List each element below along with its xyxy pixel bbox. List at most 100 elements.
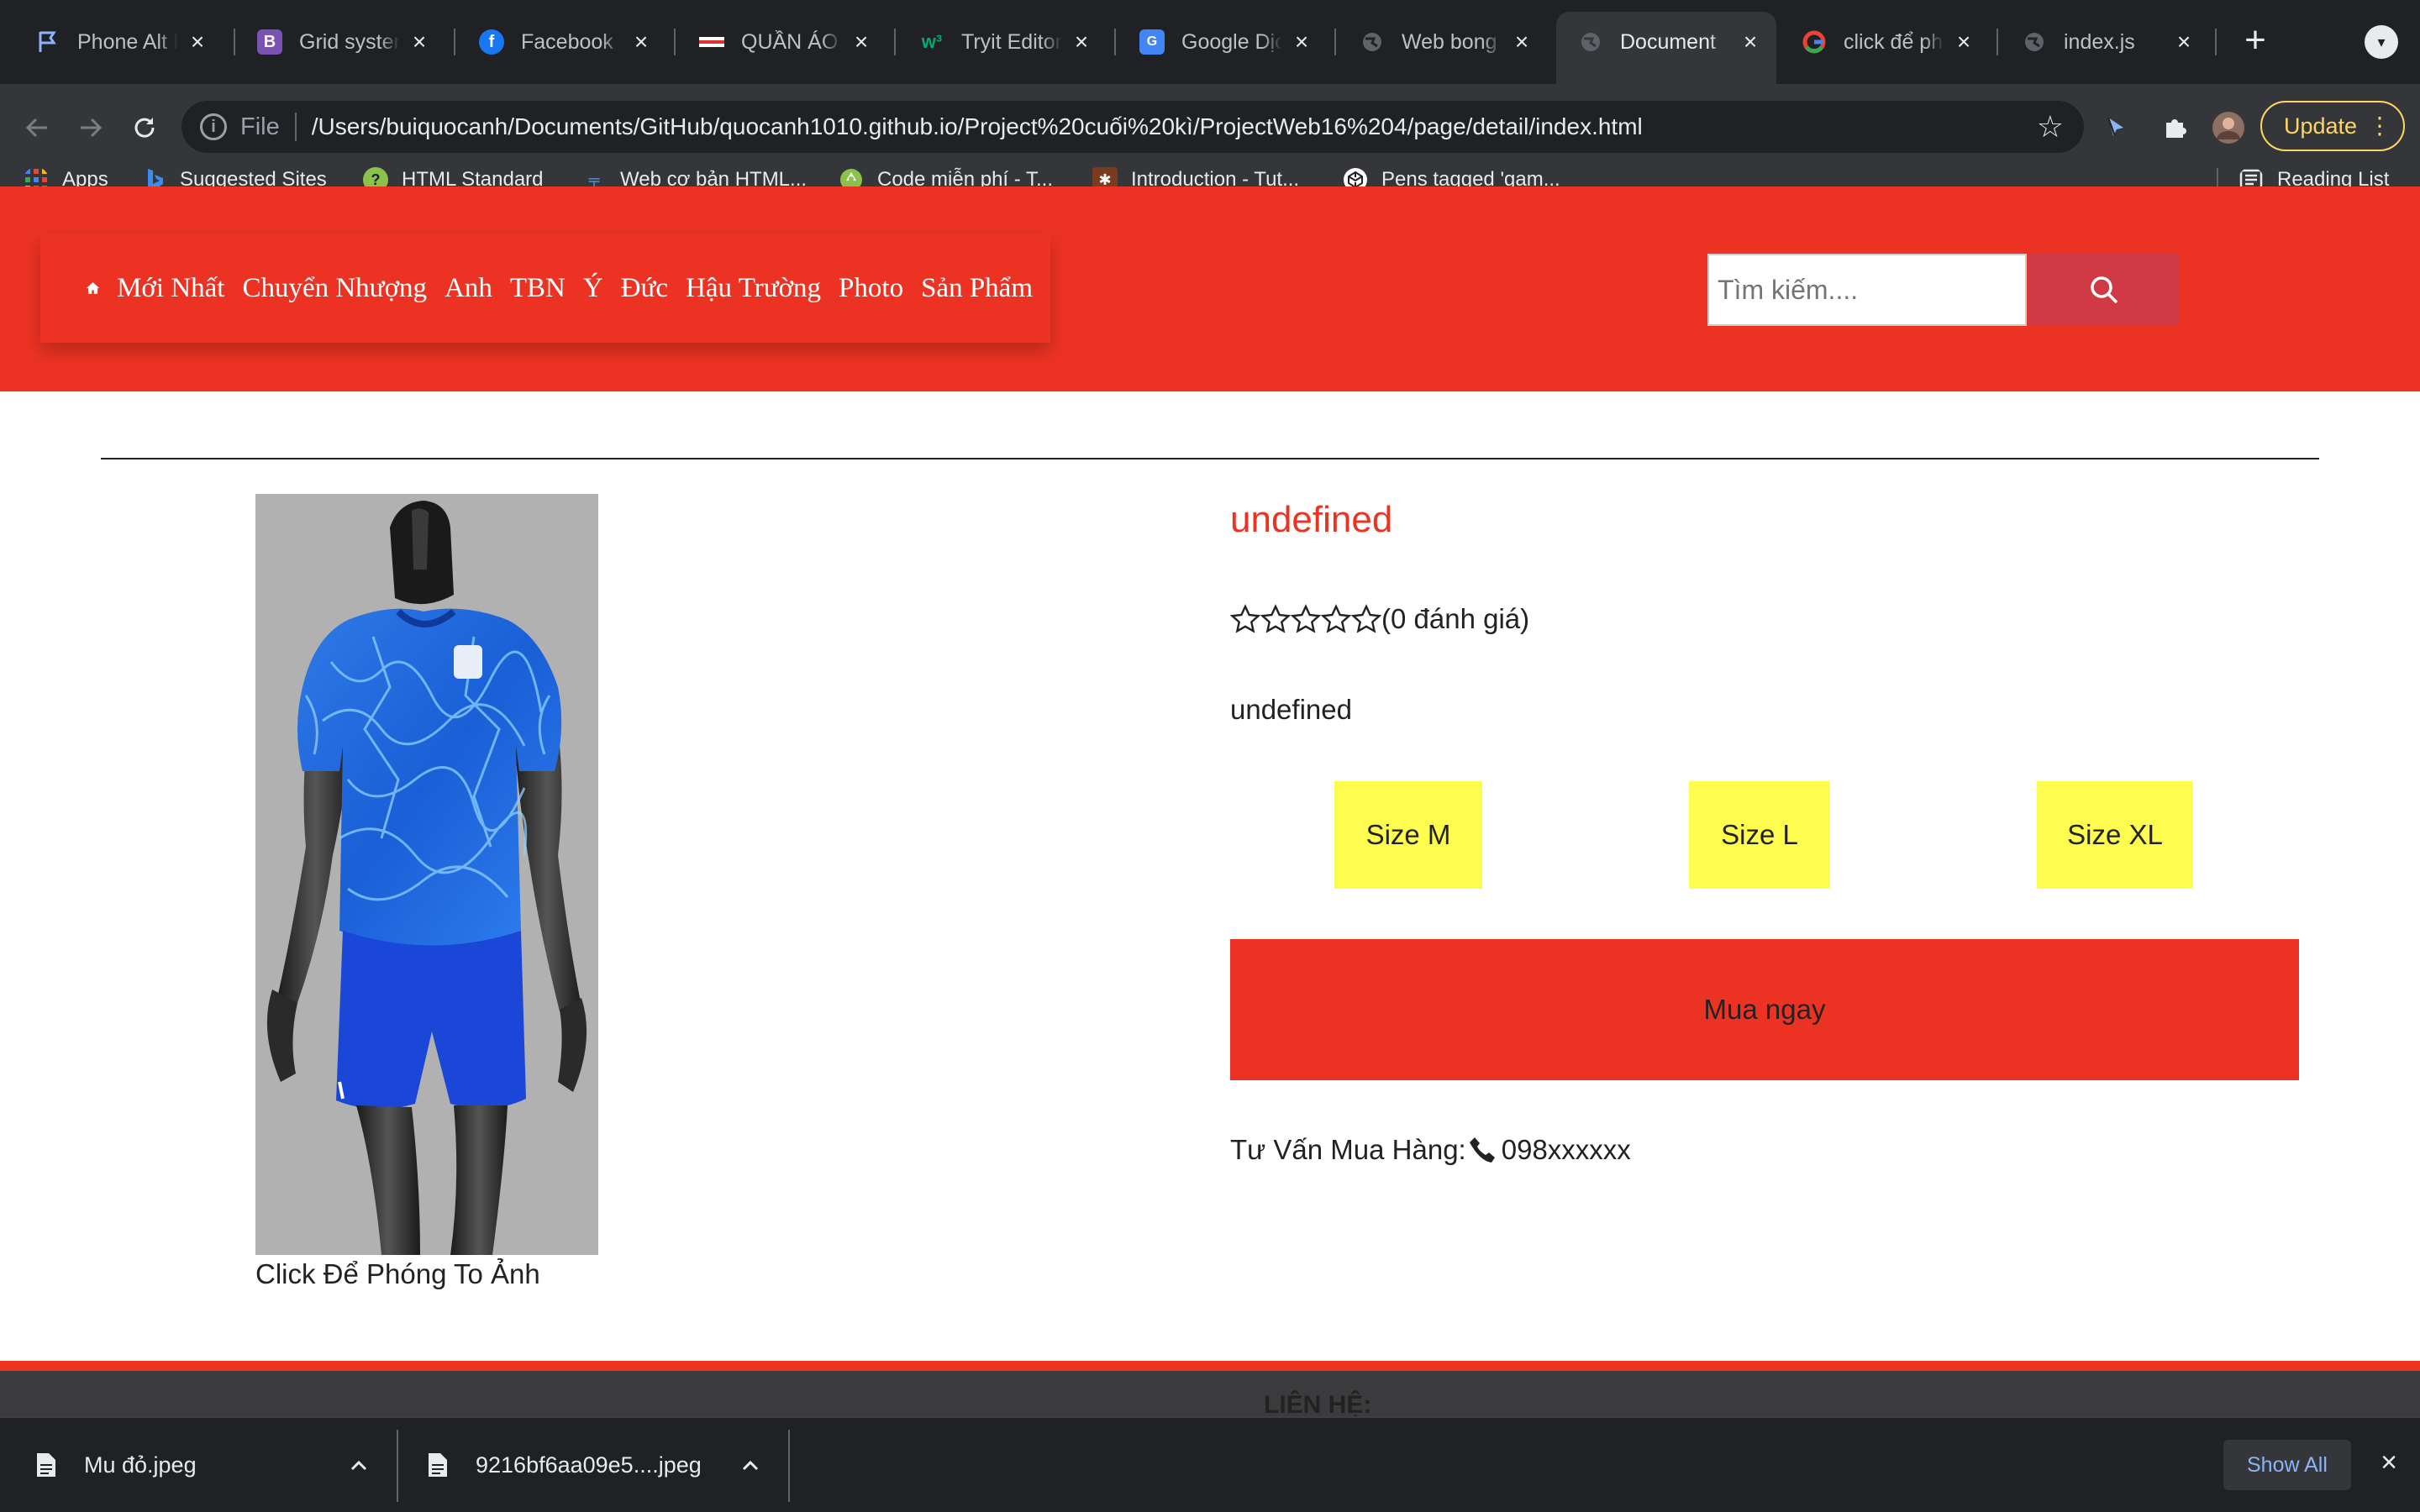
w3schools-icon: w³ — [921, 31, 943, 52]
more-vert-icon[interactable]: ⋮ — [2368, 111, 2391, 141]
download-separator — [788, 1430, 790, 1502]
tab-separator — [454, 29, 455, 55]
tab-tryit-editor[interactable]: w³ Tryit Editor v × — [897, 12, 1107, 72]
menu-item-chuyen-nhuong[interactable]: Chuyển Nhượng — [242, 273, 427, 304]
main-menu: Mới Nhất Chuyển Nhượng Anh TBN Ý Đức Hậu… — [40, 234, 1050, 343]
scheme-label: File — [240, 113, 280, 140]
reload-button[interactable] — [121, 104, 168, 151]
chevron-up-icon[interactable] — [738, 1453, 763, 1478]
extension-cursor-button[interactable] — [2092, 104, 2139, 151]
globe-icon — [1578, 29, 1603, 55]
star-outline-icon[interactable] — [1351, 604, 1381, 634]
search-icon — [2091, 276, 2118, 304]
tab-phone-alt[interactable]: Phone Alt Ic × — [13, 12, 224, 72]
arrow-right-icon — [81, 118, 103, 138]
profile-avatar[interactable] — [2205, 104, 2252, 151]
tab-close-icon[interactable]: × — [1289, 29, 1314, 55]
buy-now-button[interactable]: Mua ngay — [1230, 939, 2299, 1080]
cursor-icon — [2107, 117, 2123, 137]
bookmark-star-icon[interactable]: ☆ — [2037, 109, 2064, 144]
menu-item-anh[interactable]: Anh — [445, 273, 492, 304]
globe-icon — [1360, 29, 1385, 55]
tab-close-icon[interactable]: × — [407, 29, 432, 55]
forward-button[interactable] — [67, 104, 114, 151]
product-title: undefined — [1230, 499, 1393, 540]
show-all-downloads-button[interactable]: Show All — [2223, 1440, 2351, 1490]
tab-web-bong-da[interactable]: Web bong đ × — [1338, 12, 1548, 72]
tab-separator — [674, 29, 676, 55]
tab-close-icon[interactable]: × — [185, 29, 210, 55]
browser-tab-strip: Phone Alt Ic × B Grid system × f Faceboo… — [0, 0, 2420, 84]
star-outline-icon[interactable] — [1321, 604, 1351, 634]
tab-separator — [894, 29, 896, 55]
product-rating: (0 đánh giá) — [1230, 603, 1529, 635]
google-icon — [1802, 29, 1827, 55]
zoom-caption: Click Để Phóng To Ảnh — [255, 1258, 540, 1289]
hotline: Tư Vấn Mua Hàng: 098xxxxxx — [1230, 1134, 1631, 1166]
flag-icon — [35, 29, 60, 55]
bootstrap-icon: B — [257, 29, 282, 55]
tab-close-icon[interactable]: × — [1069, 29, 1094, 55]
tab-close-icon[interactable]: × — [629, 29, 654, 55]
menu-item-san-pham[interactable]: Sản Phẩm — [921, 273, 1033, 304]
search-input[interactable] — [1707, 254, 2027, 326]
facebook-icon: f — [479, 29, 504, 55]
tab-separator — [1114, 29, 1116, 55]
search-button[interactable] — [2028, 254, 2180, 326]
tab-close-icon[interactable]: × — [849, 29, 874, 55]
tab-google-translate[interactable]: G Google Dịch × — [1118, 12, 1328, 72]
phone-icon — [1469, 1137, 1495, 1163]
site-header: Mới Nhất Chuyển Nhượng Anh TBN Ý Đức Hậu… — [0, 186, 2420, 391]
new-tab-button[interactable]: + — [2235, 22, 2275, 62]
url-text[interactable]: /Users/buiquocanh/Documents/GitHub/quoca… — [312, 113, 2037, 140]
arrow-left-icon — [25, 118, 47, 138]
extensions-button[interactable] — [2151, 104, 2198, 151]
star-outline-icon[interactable] — [1260, 604, 1291, 634]
menu-item-hau-truong[interactable]: Hậu Trường — [686, 273, 821, 304]
footer-top-border — [0, 1361, 2420, 1371]
tab-close-icon[interactable]: × — [1509, 29, 1534, 55]
hotline-number[interactable]: 098xxxxxx — [1502, 1134, 1631, 1166]
menu-item-duc[interactable]: Đức — [621, 273, 668, 304]
address-bar[interactable]: i File /Users/buiquocanh/Documents/GitHu… — [182, 101, 2084, 153]
tab-click-de-phong[interactable]: click để phó × — [1780, 12, 1990, 72]
menu-item-moi-nhat[interactable]: Mới Nhất — [117, 273, 224, 304]
site-icon — [699, 29, 724, 55]
star-outline-icon[interactable] — [1230, 604, 1260, 634]
tab-index-js[interactable]: index.js × — [2000, 12, 2210, 72]
rating-stars[interactable] — [1230, 604, 1381, 634]
tab-close-icon[interactable]: × — [1951, 29, 1976, 55]
tab-grid-system[interactable]: B Grid system × — [235, 12, 445, 72]
download-shelf: Mu đỏ.jpeg 9216bf6aa09e5....jpeg Show Al… — [0, 1416, 2420, 1512]
crest-icon — [454, 645, 482, 679]
file-icon — [429, 1453, 447, 1477]
tab-document-active[interactable]: Document × — [1556, 12, 1776, 84]
menu-item-y[interactable]: Ý — [583, 273, 603, 304]
size-xl-button[interactable]: Size XL — [2037, 781, 2193, 889]
download-item[interactable]: 9216bf6aa09e5....jpeg — [427, 1418, 763, 1512]
menu-item-tbn[interactable]: TBN — [510, 273, 566, 304]
tab-quan-ao[interactable]: QUẦN ÁO B × — [677, 12, 887, 72]
download-filename: Mu đỏ.jpeg — [84, 1452, 197, 1478]
tab-search-button[interactable]: ▾ — [2365, 25, 2398, 59]
home-icon[interactable] — [86, 273, 100, 303]
tab-close-icon[interactable]: × — [1738, 29, 1763, 55]
back-button[interactable] — [13, 104, 60, 151]
size-l-button[interactable]: Size L — [1689, 781, 1830, 889]
rating-count: (0 đánh giá) — [1381, 603, 1530, 634]
menu-item-photo[interactable]: Photo — [839, 273, 903, 304]
product-image[interactable] — [255, 494, 598, 1255]
tab-facebook[interactable]: f Facebook × — [457, 12, 667, 72]
chevron-up-icon[interactable] — [346, 1453, 371, 1478]
tab-close-icon[interactable]: × — [2171, 29, 2196, 55]
close-icon[interactable]: × — [2376, 1448, 2402, 1477]
star-outline-icon[interactable] — [1291, 604, 1321, 634]
reload-icon — [134, 118, 155, 138]
download-filename: 9216bf6aa09e5....jpeg — [476, 1452, 702, 1478]
size-m-button[interactable]: Size M — [1334, 781, 1482, 889]
tab-separator — [1334, 29, 1336, 55]
info-icon[interactable]: i — [200, 113, 227, 140]
update-button[interactable]: Update ⋮ — [2260, 101, 2405, 151]
download-item[interactable]: Mu đỏ.jpeg — [35, 1418, 371, 1512]
google-translate-icon: G — [1139, 29, 1165, 55]
